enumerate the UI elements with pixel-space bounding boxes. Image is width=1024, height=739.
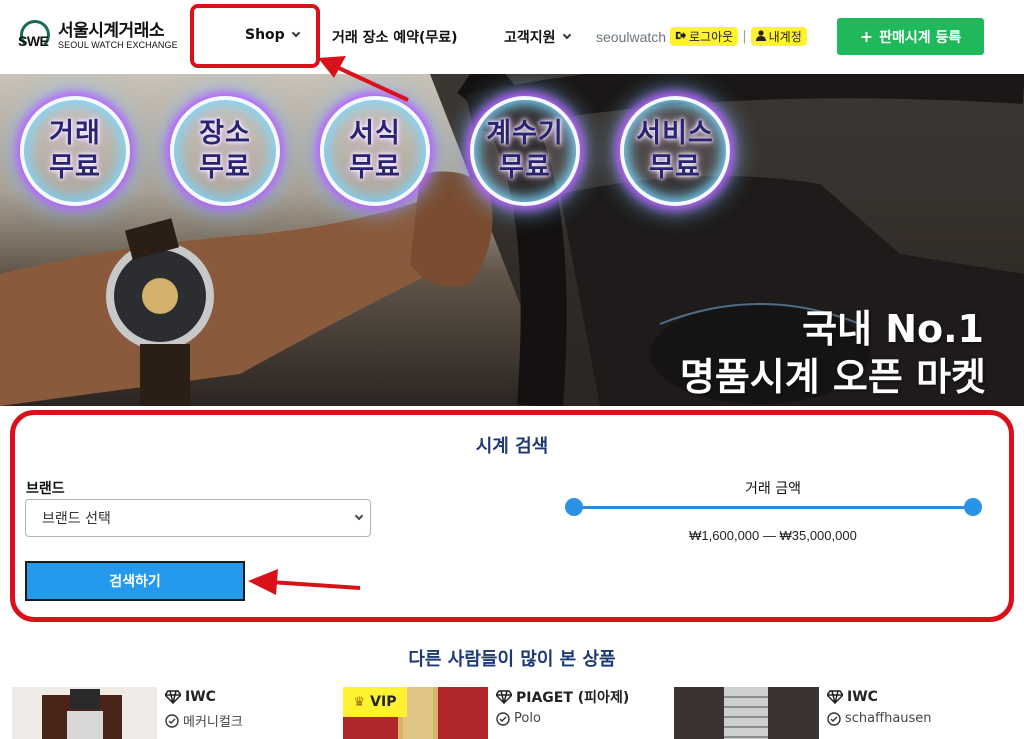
product-card[interactable]: IWC 메커니컬크 (12, 687, 342, 739)
check-circle-icon (496, 711, 510, 726)
chevron-down-icon (562, 30, 571, 40)
badge-line2: 무료 (649, 152, 701, 183)
price-slider-max-handle[interactable] (964, 498, 982, 516)
badge-line2: 무료 (199, 152, 251, 183)
username: seoulwatch (596, 28, 667, 45)
badge-free-counter: 계수기 무료 (470, 96, 580, 206)
badge-free-service: 서비스 무료 (620, 96, 730, 206)
badge-line2: 무료 (499, 152, 551, 183)
product-image[interactable] (12, 687, 157, 739)
badge-line1: 장소 (199, 118, 251, 149)
product-brand: IWC (827, 687, 932, 707)
badge-free-forms: 서식 무료 (320, 96, 430, 206)
nav-place-reservation[interactable]: 거래 장소 예약(무료) (332, 27, 458, 47)
plus-icon: + (859, 27, 874, 46)
nav-customer-support[interactable]: 고객지원 (504, 27, 571, 47)
price-slider-min-handle[interactable] (565, 498, 583, 516)
product-brand: PIAGET (피아제) (496, 687, 629, 707)
product-brand-label: IWC (847, 689, 878, 705)
logo-mark: SWE (18, 20, 52, 52)
product-card[interactable]: ♛ VIP PIAGET (피아제) Polo (343, 687, 673, 739)
nav-customer-support-label: 고객지원 (504, 30, 556, 46)
my-account-label: 내계정 (768, 30, 802, 44)
price-slider-track[interactable] (574, 506, 974, 509)
hero-headline-1: 국내 No.1 (802, 307, 984, 351)
crown-icon: ♛ (353, 694, 366, 710)
product-model-label: 메커니컬크 (183, 715, 243, 730)
hero-headline-2: 명품시계 오픈 마켓 (679, 355, 986, 399)
badge-line1: 서비스 (636, 118, 714, 149)
user-separator: | (742, 29, 747, 44)
search-button-label: 검색하기 (109, 574, 161, 590)
hero-banner: 거래 무료 장소 무료 서식 무료 계수기 무료 서비스 무료 국내 No.1 … (0, 74, 1024, 406)
search-button[interactable]: 검색하기 (25, 561, 245, 601)
logout-button[interactable]: 로그아웃 (670, 27, 739, 46)
price-label: 거래 금액 (745, 481, 801, 497)
popular-title: 다른 사람들이 많이 본 상품 (408, 649, 616, 670)
check-circle-icon (165, 713, 179, 728)
register-watch-label: 판매시계 등록 (879, 29, 962, 46)
product-info: IWC 메커니컬크 (165, 687, 243, 730)
diamond-icon (827, 690, 843, 704)
brand-select[interactable]: 브랜드 선택 (25, 499, 371, 537)
user-area: seoulwatch 로그아웃 | 내계정 (596, 27, 807, 46)
badge-line1: 서식 (349, 118, 401, 149)
my-account-button[interactable]: 내계정 (750, 27, 807, 46)
product-card[interactable]: IWC schaffhausen (674, 687, 1004, 739)
badge-line2: 무료 (349, 152, 401, 183)
product-info: PIAGET (피아제) Polo (496, 687, 629, 726)
site-logo[interactable]: SWE 서울시계거래소 SEOUL WATCH EXCHANGE (18, 20, 178, 52)
search-title: 시계 검색 (475, 436, 549, 457)
logo-name-english: SEOUL WATCH EXCHANGE (58, 39, 178, 50)
product-model: 메커니컬크 (165, 711, 243, 730)
product-model: Polo (496, 711, 629, 726)
product-model-label: Polo (514, 711, 541, 726)
product-brand: IWC (165, 687, 243, 707)
vip-badge: ♛ VIP (343, 687, 407, 717)
vip-label: VIP (370, 694, 397, 710)
nav-place-reservation-label: 거래 장소 예약(무료) (332, 30, 458, 46)
product-brand-label: PIAGET (피아제) (516, 690, 630, 706)
product-image[interactable] (674, 687, 819, 739)
badge-free-place: 장소 무료 (170, 96, 280, 206)
product-info: IWC schaffhausen (827, 687, 932, 726)
brand-label: 브랜드 (26, 481, 65, 497)
diamond-icon (165, 690, 181, 704)
sign-out-icon (675, 30, 687, 44)
badge-line1: 거래 (49, 118, 101, 149)
logout-label: 로그아웃 (689, 30, 734, 44)
diamond-icon (496, 690, 512, 704)
logo-name-korean: 서울시계거래소 (58, 20, 164, 41)
shop-highlight-annotation (190, 4, 320, 68)
check-circle-icon (827, 711, 841, 726)
product-model: schaffhausen (827, 711, 932, 726)
user-icon (755, 29, 766, 44)
badge-free-trade: 거래 무료 (20, 96, 130, 206)
logo-mark-text: SWE (18, 33, 49, 49)
chevron-down-icon (354, 511, 364, 521)
badge-line2: 무료 (49, 152, 101, 183)
product-model-label: schaffhausen (845, 711, 932, 726)
badge-line1: 계수기 (486, 118, 564, 149)
brand-select-value: 브랜드 선택 (42, 511, 111, 527)
product-brand-label: IWC (185, 689, 216, 705)
price-range-text: ₩1,600,000 — ₩35,000,000 (689, 528, 857, 543)
logo-text: 서울시계거래소 SEOUL WATCH EXCHANGE (58, 22, 178, 51)
site-header: SWE 서울시계거래소 SEOUL WATCH EXCHANGE Shop 거래… (0, 0, 1024, 74)
register-watch-button[interactable]: + 판매시계 등록 (837, 18, 984, 55)
